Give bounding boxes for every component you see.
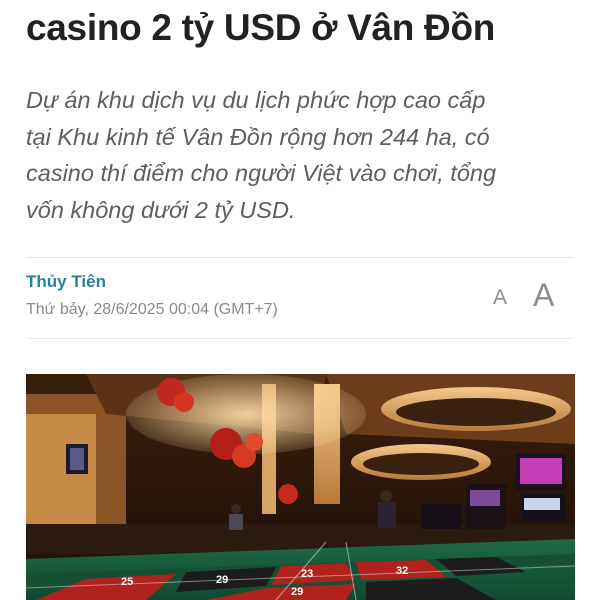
casino-image: 25 29 23 29 32 (26, 374, 575, 600)
article-title: casino 2 tỷ USD ở Vân Đồn (26, 7, 496, 48)
casino-photo: 25 29 23 29 32 (26, 374, 575, 600)
roulette-number: 32 (396, 565, 408, 577)
font-size-decrease-button[interactable]: A (493, 286, 507, 310)
divider-bottom (26, 338, 574, 339)
lead-line: tại Khu kinh tế Vân Đồn rộng hơn 244 ha,… (26, 123, 490, 150)
roulette-number: 29 (291, 586, 303, 598)
publish-date: Thứ bảy, 28/6/2025 00:04 (GMT+7) (26, 301, 278, 318)
font-size-increase-button[interactable]: A (533, 277, 554, 314)
roulette-number: 23 (301, 568, 313, 580)
lead-line: Dự án khu dịch vụ du lịch phức hợp cao c… (26, 87, 486, 113)
lead-line: casino thí điểm cho người Việt vào chơi,… (26, 160, 497, 186)
article-page: casino 2 tỷ USD ở Vân Đồn Dự án khu dịch… (0, 0, 600, 600)
article-lead: Dự án khu dịch vụ du lịch phức hợp cao c… (26, 82, 586, 228)
lead-line: vốn không dưới 2 tỷ USD. (26, 196, 296, 223)
roulette-number: 25 (121, 576, 133, 588)
divider-top (26, 257, 574, 258)
author-name[interactable]: Thủy Tiên (26, 272, 106, 292)
